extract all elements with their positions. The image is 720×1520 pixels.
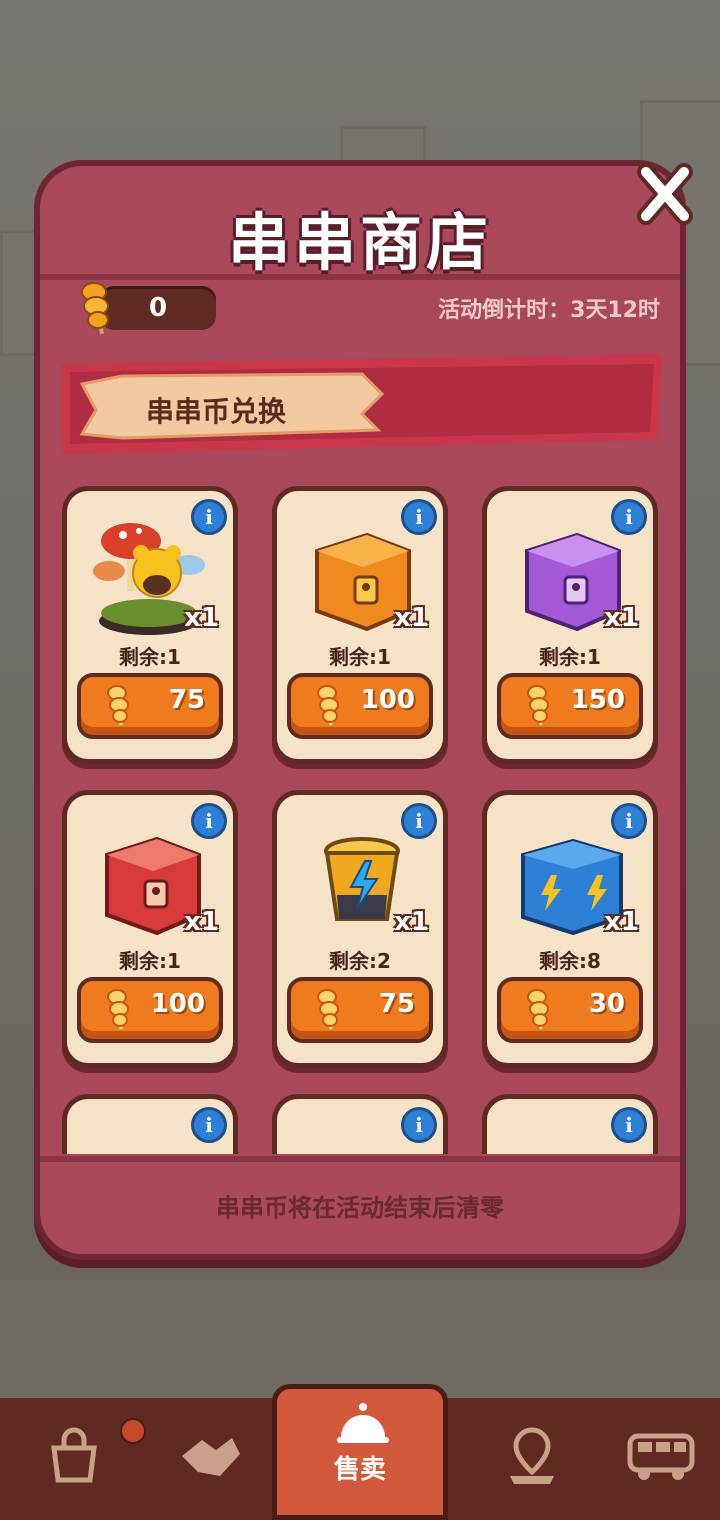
tab-sell[interactable]: 售卖 — [272, 1384, 448, 1520]
shop-item-card: i — [62, 1094, 238, 1154]
item-price: 75 — [378, 989, 415, 1019]
shop-item-card: i x1 剩余:1 75 — [62, 486, 238, 764]
shop-item-card: i x1 剩余:8 30 — [482, 790, 658, 1068]
buy-button[interactable]: 100 — [287, 673, 433, 739]
section-label: 串串币兑换 — [146, 395, 287, 428]
service-bell-icon — [337, 1403, 389, 1443]
info-icon[interactable]: i — [401, 1107, 437, 1143]
item-quantity: x1 — [604, 907, 639, 937]
item-remaining: 剩余:1 — [119, 645, 181, 669]
item-quantity: x1 — [394, 907, 429, 937]
item-price: 100 — [150, 989, 205, 1019]
item-remaining: 剩余:1 — [119, 949, 181, 973]
info-icon[interactable]: i — [191, 1107, 227, 1143]
footer-note: 串串币将在活动结束后清零 — [216, 1194, 504, 1222]
shop-item-card: i x1 剩余:1 150 — [482, 486, 658, 764]
bus-icon — [627, 1433, 695, 1480]
skewer-coin-icon — [317, 684, 339, 726]
shop-title: 串串商店 — [227, 206, 492, 279]
skewer-coin-icon — [107, 988, 129, 1030]
event-countdown: 活动倒计时：3天12时 — [438, 298, 660, 323]
buy-button[interactable]: 150 — [497, 673, 643, 739]
buy-button[interactable]: 75 — [287, 977, 433, 1043]
skewer-coin-icon — [107, 684, 129, 726]
tab-social[interactable] — [148, 1412, 268, 1512]
notification-dot — [120, 1418, 146, 1444]
tab-sell-label: 售卖 — [333, 1455, 386, 1485]
shop-item-card: i x1 剩余:1 100 — [272, 486, 448, 764]
skewer-coin-icon — [317, 988, 339, 1030]
item-remaining: 剩余:1 — [539, 645, 601, 669]
item-remaining: 剩余:8 — [539, 949, 601, 973]
skewer-coin-icon — [527, 684, 549, 726]
buy-button[interactable]: 75 — [77, 673, 223, 739]
item-quantity: x1 — [184, 907, 219, 937]
shop-item-card: i — [482, 1094, 658, 1154]
buy-button[interactable]: 30 — [497, 977, 643, 1043]
coin-balance: 0 — [100, 286, 216, 330]
item-price: 150 — [570, 685, 625, 715]
tab-map[interactable] — [474, 1412, 594, 1512]
item-price: 30 — [588, 989, 625, 1019]
footer-divider — [40, 1156, 680, 1162]
skewer-coin-icon — [527, 988, 549, 1030]
item-quantity: x1 — [394, 603, 429, 633]
buy-button[interactable]: 100 — [77, 977, 223, 1043]
shop-item-card: i x1 剩余:2 75 — [272, 790, 448, 1068]
bag-icon — [51, 1427, 97, 1483]
map-pin-icon — [510, 1427, 554, 1484]
tab-bus[interactable] — [598, 1412, 718, 1512]
item-price: 100 — [360, 685, 415, 715]
item-grid: i x1 剩余:1 75 i x1 剩余:1 100 i x1 剩余:1 150… — [62, 486, 662, 1154]
info-icon[interactable]: i — [611, 1107, 647, 1143]
shop-item-card: i x1 剩余:1 100 — [62, 790, 238, 1068]
item-quantity: x1 — [604, 603, 639, 633]
close-icon[interactable] — [636, 162, 694, 226]
skewer-coin-icon — [81, 281, 109, 335]
title-divider — [40, 274, 680, 280]
tab-bag[interactable] — [16, 1412, 146, 1512]
item-remaining: 剩余:2 — [329, 949, 391, 973]
item-remaining: 剩余:1 — [329, 645, 391, 669]
bottom-nav: 售卖 — [0, 1384, 720, 1520]
item-price: 75 — [168, 685, 205, 715]
handshake-icon — [182, 1438, 240, 1476]
shop-item-card: i — [272, 1094, 448, 1154]
item-quantity: x1 — [184, 603, 219, 633]
